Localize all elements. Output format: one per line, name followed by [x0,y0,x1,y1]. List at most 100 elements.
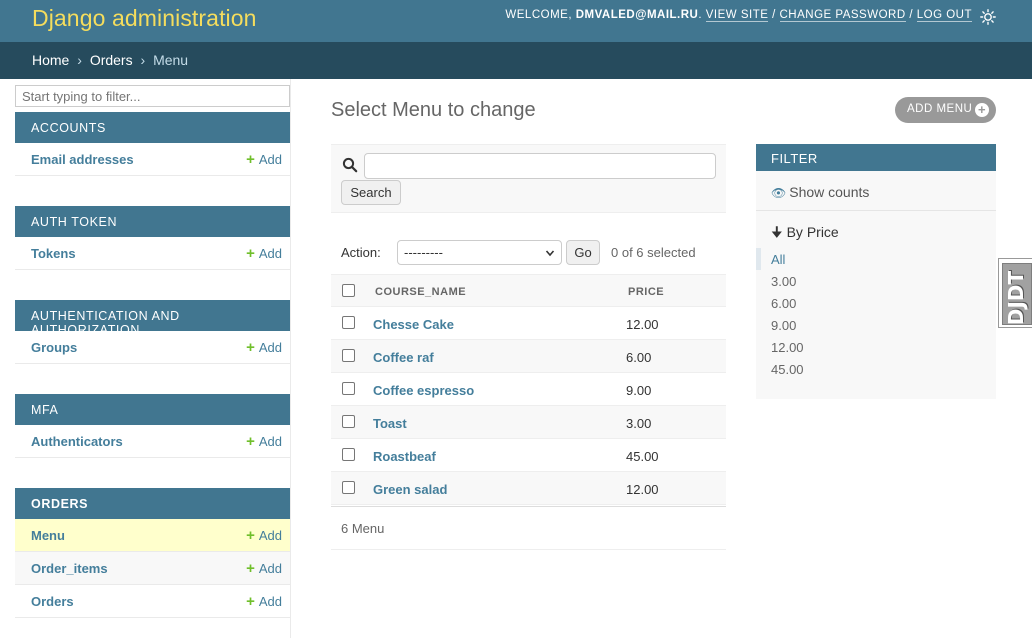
go-button[interactable]: Go [566,240,600,265]
module-caption-mfa[interactable]: MFA [15,394,290,425]
sidebar-item-label[interactable]: Order_items [31,561,108,576]
price-cell: 12.00 [626,482,659,497]
price-cell: 12.00 [626,317,659,332]
view-site-link[interactable]: VIEW SITE [705,9,769,22]
sidebar-item-groups: Groups + Add [15,331,290,364]
log-out-link[interactable]: LOG OUT [916,9,972,22]
module-caption-orders[interactable]: ORDERS [15,488,290,519]
row-checkbox[interactable] [342,481,355,494]
filter-header: FILTER [756,144,996,171]
filter-divider [756,210,996,211]
sidebar-item-label[interactable]: Orders [31,594,74,609]
table-row: Toast 3.00 [331,406,726,439]
price-cell: 9.00 [626,383,652,398]
column-header-course-name[interactable]: COURSE_NAME [375,286,466,298]
select-all-checkbox[interactable] [342,284,355,297]
plus-icon: + [246,151,255,168]
table-row: Roastbeaf 45.00 [331,439,726,472]
course-name-link[interactable]: Green salad [373,482,447,497]
chevron-down-icon [545,250,555,257]
breadcrumb-home[interactable]: Home [32,52,69,68]
nav-filter-input[interactable] [15,85,290,107]
add-label: Add [258,434,282,449]
course-name-link[interactable]: Coffee espresso [373,383,474,398]
filter-option[interactable]: 6.00 [756,292,996,314]
search-button[interactable]: Search [341,180,401,205]
course-name-link[interactable]: Chesse Cake [373,317,454,332]
add-menu-button[interactable]: ADD MENU + [895,97,996,123]
sun-icon[interactable] [980,9,996,25]
sidebar-item-label[interactable]: Authenticators [31,434,123,449]
plus-icon: + [246,433,255,450]
filter-by-price-toggle[interactable]: 🠋 By Price [771,222,839,246]
row-checkbox[interactable] [342,349,355,362]
breadcrumb-separator: › [140,52,146,68]
user-tools-separator: / [905,9,917,21]
add-authenticator-link[interactable]: + Add [246,434,282,449]
table-row: Chesse Cake 12.00 [331,307,726,340]
column-header-price[interactable]: PRICE [628,286,664,298]
user-tools-separator: / [768,9,780,21]
user-tools: WELCOME, DMVALED@MAIL.RU. VIEW SITE / CH… [505,9,972,22]
filter-option[interactable]: 12.00 [756,336,996,358]
debug-toolbar-label: DJDT [1004,270,1028,326]
row-checkbox[interactable] [342,448,355,461]
filter-option[interactable]: 3.00 [756,270,996,292]
arrow-down-icon: 🠋 [771,224,783,240]
filter-by-price-label: By Price [786,224,839,240]
show-counts-link[interactable]: 👁 Show counts [771,184,869,200]
paginator: 6 Menu [331,506,726,550]
price-cell: 45.00 [626,449,659,464]
breadcrumb-orders[interactable]: Orders [90,52,133,68]
module-caption-auth[interactable]: AUTHENTICATION AND AUTHORIZATION [15,300,290,337]
action-select[interactable]: --------- [397,240,562,265]
plus-icon: + [246,339,255,356]
add-menu-label: ADD MENU [907,103,973,115]
add-label: Add [258,152,282,167]
row-checkbox[interactable] [342,382,355,395]
sidebar-item-tokens: Tokens + Add [15,237,290,270]
username: DMVALED@MAIL.RU [575,9,699,21]
sidebar-item-label[interactable]: Groups [31,340,77,355]
course-name-link[interactable]: Coffee raf [373,350,434,365]
sidebar-item-label[interactable]: Tokens [31,246,76,261]
breadcrumb-separator: › [77,52,82,68]
filter-option[interactable]: 45.00 [756,358,996,380]
plus-icon: + [246,245,255,262]
module-caption-accounts[interactable]: ACCOUNTS [15,112,290,143]
search-toolbar: Search [331,144,726,213]
sidebar-item-label[interactable]: Menu [31,528,65,543]
sidebar-item-label[interactable]: Email addresses [31,152,134,167]
add-order-link[interactable]: + Add [246,594,282,609]
show-counts-label: Show counts [789,184,870,200]
action-label: Action: [341,245,381,260]
site-branding[interactable]: Django administration [32,5,257,32]
search-icon [342,157,358,173]
plus-icon: + [246,593,255,610]
debug-toolbar-badge: DJDT [1002,263,1032,325]
price-cell: 6.00 [626,350,652,365]
add-order-item-link[interactable]: + Add [246,561,282,576]
add-label: Add [258,340,282,355]
filter-option[interactable]: 9.00 [756,314,996,336]
course-name-link[interactable]: Roastbeaf [373,449,436,464]
actions-bar: Action: --------- Go 0 of 6 selected [331,234,726,274]
plus-icon: + [975,103,989,117]
filter-options: All 3.00 6.00 9.00 12.00 45.00 [756,248,996,380]
filter-option-all[interactable]: All [756,248,996,270]
course-name-link[interactable]: Toast [373,416,407,431]
row-checkbox[interactable] [342,415,355,428]
header: Django administration WELCOME, DMVALED@M… [0,0,1032,42]
breadcrumb: Home › Orders › Menu [0,42,1032,79]
add-token-link[interactable]: + Add [246,246,282,261]
debug-toolbar-handle[interactable]: DJDT [998,258,1032,328]
selection-counter: 0 of 6 selected [611,245,696,260]
add-email-address-link[interactable]: + Add [246,152,282,167]
search-input[interactable] [364,153,716,179]
add-menu-link[interactable]: + Add [246,528,282,543]
add-group-link[interactable]: + Add [246,340,282,355]
module-caption-auth-token[interactable]: AUTH TOKEN [15,206,290,237]
row-checkbox[interactable] [342,316,355,329]
change-password-link[interactable]: CHANGE PASSWORD [779,9,906,22]
add-label: Add [258,528,282,543]
